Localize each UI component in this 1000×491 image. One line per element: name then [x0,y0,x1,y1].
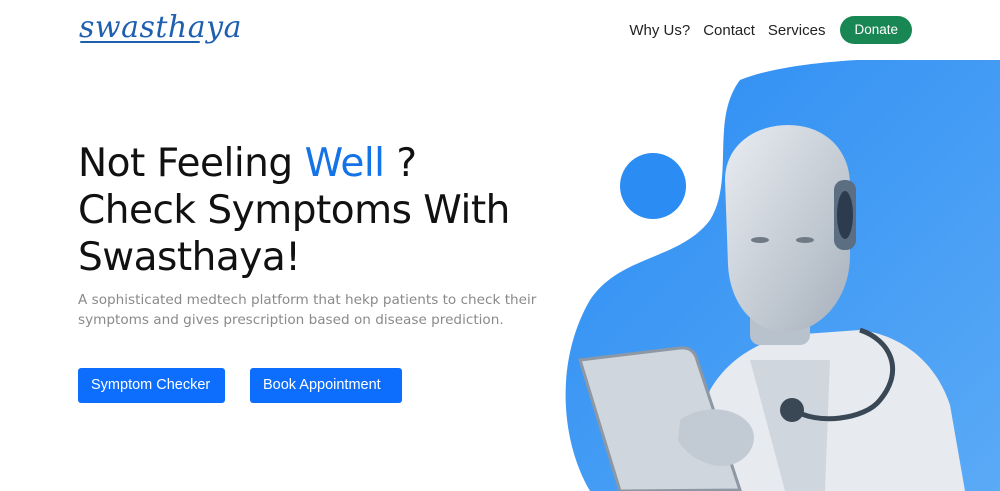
robot-head [725,125,850,333]
hero-title-accent: Well [304,141,385,186]
blue-circle-decoration [620,153,686,219]
hero-title-line3: Swasthaya! [78,235,301,280]
symptom-checker-button[interactable]: Symptom Checker [78,368,225,403]
hero-title-suffix: ? [384,141,417,186]
hero-title-prefix: Not Feeling [78,141,305,186]
hero-title-line2: Check Symptoms With [78,188,510,233]
nav-link-why-us[interactable]: Why Us? [629,22,690,39]
book-appointment-button[interactable]: Book Appointment [250,368,402,403]
nav-link-contact[interactable]: Contact [703,22,755,39]
nav-link-services[interactable]: Services [768,22,826,39]
hero-title: Not Feeling Well ? Check Symptoms With S… [78,140,578,281]
navbar: swasthaya Why Us? Contact Services Donat… [0,0,1000,62]
brand-logo[interactable]: swasthaya [79,10,242,45]
donate-button[interactable]: Donate [840,16,912,44]
robot-doctor-illustration [565,60,1000,491]
logo-underline [80,41,200,43]
hero-description: A sophisticated medtech platform that he… [78,292,537,328]
nav-links: Why Us? Contact Services Donate [629,16,912,44]
